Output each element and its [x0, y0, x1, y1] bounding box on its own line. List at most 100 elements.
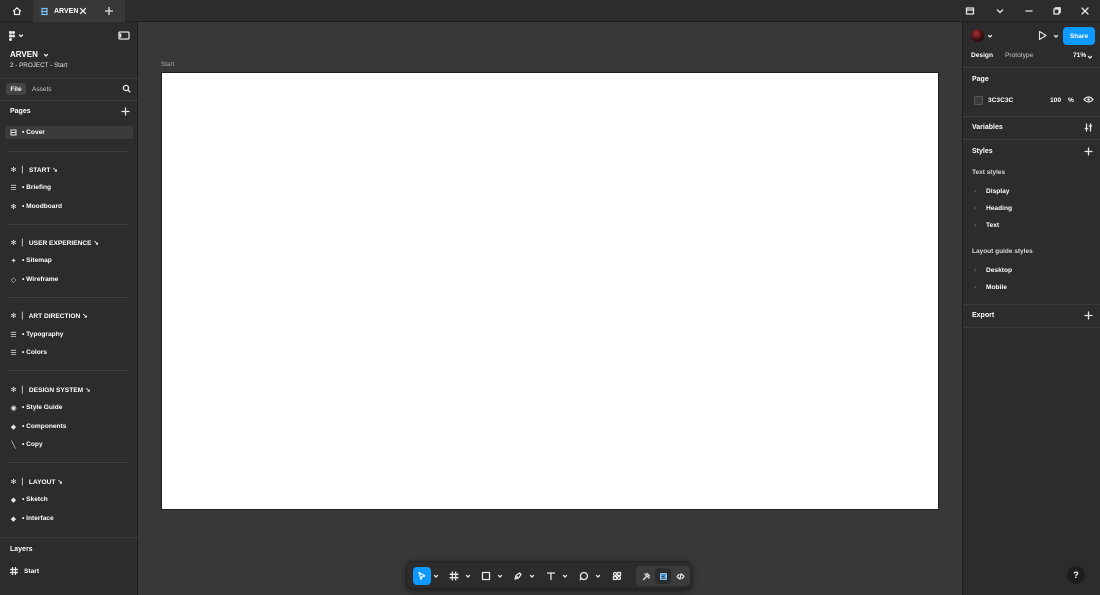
chevron-down-icon[interactable] — [43, 53, 49, 58]
tab-prototype[interactable]: Prototype — [1005, 52, 1033, 59]
draw-mode-button[interactable] — [638, 568, 654, 584]
text-lines-icon: ☰ — [10, 331, 17, 339]
layout-button[interactable] — [955, 0, 985, 22]
style-item-mobile[interactable]: › Mobile — [974, 282, 1007, 293]
page-color-field[interactable]: 3C3C3C — [971, 94, 1077, 107]
restore-button[interactable] — [1042, 0, 1072, 22]
sidebar-toggle-button[interactable] — [118, 31, 130, 40]
style-item-desktop[interactable]: › Desktop — [974, 265, 1012, 276]
divider — [963, 139, 1100, 140]
window-close-button[interactable] — [1070, 0, 1100, 22]
design-mode-button[interactable] — [655, 568, 671, 584]
page-item-style-guide[interactable]: ◉ • Style Guide — [5, 401, 133, 414]
main-menu-button[interactable] — [6, 28, 30, 43]
home-button[interactable] — [0, 0, 33, 22]
variables-button[interactable] — [1084, 123, 1093, 132]
pen-tool-button[interactable] — [509, 567, 527, 585]
frame-start[interactable] — [161, 72, 939, 510]
page-item-briefing[interactable]: ☰ • Briefing — [5, 181, 133, 194]
text-tool-button[interactable] — [542, 567, 560, 585]
page-item-art-direction[interactable]: ✻ ▏ ART DIRECTION ↘ — [5, 309, 133, 322]
add-page-button[interactable] — [121, 107, 130, 116]
text-lines-icon: ☰ — [10, 349, 17, 357]
layout-guide-styles-title: Layout guide styles — [972, 248, 1033, 255]
page-label: ▏ LAYOUT ↘ — [22, 478, 63, 486]
frame-label[interactable]: Start — [161, 61, 174, 68]
chevron-down-icon[interactable] — [497, 574, 503, 579]
page-divider — [8, 462, 128, 463]
comment-tool-button[interactable] — [575, 567, 593, 585]
style-item-text[interactable]: › Text — [974, 220, 999, 231]
present-button[interactable] — [1036, 29, 1049, 42]
page-item-sitemap[interactable]: ✦ • Sitemap — [5, 254, 133, 267]
layer-item-start[interactable]: Start — [5, 565, 133, 577]
chevron-down-icon[interactable] — [1087, 55, 1093, 60]
page-item-design-system[interactable]: ✻ ▏ DESIGN SYSTEM ↘ — [5, 383, 133, 396]
tabs-dropdown-button[interactable] — [985, 0, 1015, 22]
page-color-hex[interactable]: 3C3C3C — [988, 97, 1013, 104]
close-icon — [79, 7, 87, 15]
page-item-colors[interactable]: ☰ • Colors — [5, 346, 133, 359]
page-item-moodboard[interactable]: ✻ • Moodboard — [5, 200, 133, 213]
design-file-icon — [41, 7, 48, 15]
sliders-icon — [1084, 123, 1093, 132]
tab-file[interactable]: File — [6, 83, 26, 95]
chevron-down-icon[interactable] — [595, 574, 601, 579]
asterisk-icon: ✻ — [10, 166, 17, 174]
divider — [963, 327, 1100, 328]
layer-label: Start — [24, 567, 40, 575]
page-opacity-value[interactable]: 100 — [1050, 97, 1061, 104]
help-button[interactable]: ? — [1067, 566, 1085, 584]
variables-section-title[interactable]: Variables — [972, 124, 1003, 131]
page-item-start[interactable]: ✻ ▏ START ↘ — [5, 163, 133, 176]
search-button[interactable] — [122, 84, 131, 93]
move-tool-button[interactable] — [413, 567, 431, 585]
rectangle-tool-button[interactable] — [477, 567, 495, 585]
add-style-button[interactable] — [1084, 147, 1093, 156]
sidebar-icon — [118, 31, 130, 40]
add-export-button[interactable] — [1084, 311, 1093, 320]
chevron-right-icon: › — [974, 205, 976, 212]
page-item-copy[interactable]: ╲ • Copy — [5, 438, 133, 451]
page-item-wireframe[interactable]: ◇ • Wireframe — [5, 273, 133, 286]
frame-tool-button[interactable] — [445, 567, 463, 585]
restore-icon — [1053, 7, 1061, 15]
page-label: ▏ START ↘ — [22, 166, 58, 174]
page-item-cover[interactable]: ▪ Cover — [5, 126, 133, 139]
share-button[interactable]: Share — [1063, 27, 1095, 45]
chevron-down-icon[interactable] — [465, 574, 471, 579]
page-item-sketch[interactable]: ◆ • Sketch — [5, 493, 133, 506]
visibility-toggle[interactable] — [1083, 95, 1094, 104]
page-item-components[interactable]: ◆ • Components — [5, 420, 133, 433]
page-item-user-experience[interactable]: ✻ ▏ USER EXPERIENCE ↘ — [5, 236, 133, 249]
page-label: • Components — [22, 423, 67, 430]
chevron-down-icon[interactable] — [529, 574, 535, 579]
actions-tool-button[interactable] — [608, 567, 626, 585]
new-tab-button[interactable] — [103, 5, 115, 17]
divider — [963, 67, 1100, 68]
page-item-layout[interactable]: ✻ ▏ LAYOUT ↘ — [5, 475, 133, 488]
chevron-down-icon[interactable] — [433, 574, 439, 579]
minimize-button[interactable] — [1014, 0, 1044, 22]
color-swatch[interactable] — [974, 96, 983, 105]
diamond-outline-icon: ◇ — [10, 276, 17, 284]
page-section-title: Page — [972, 76, 989, 83]
close-tab-button[interactable] — [77, 5, 89, 17]
chevron-down-icon[interactable] — [562, 574, 568, 579]
dev-mode-button[interactable] — [672, 568, 688, 584]
page-item-typography[interactable]: ☰ • Typography — [5, 328, 133, 341]
page-item-interface[interactable]: ◆ • Interface — [5, 512, 133, 525]
actions-grid-icon — [612, 571, 622, 581]
style-item-display[interactable]: › Display — [974, 186, 1009, 197]
chevron-down-icon[interactable] — [1053, 34, 1059, 39]
page-opacity-unit: % — [1068, 97, 1074, 104]
tab-design[interactable]: Design — [971, 52, 993, 59]
avatar[interactable] — [971, 29, 984, 42]
minimize-icon — [1025, 10, 1033, 12]
title-bar: ARVEN — [0, 0, 1100, 22]
tab-assets[interactable]: Assets — [32, 83, 52, 95]
project-name[interactable]: ARVEN — [10, 50, 38, 59]
style-item-heading[interactable]: › Heading — [974, 203, 1012, 214]
chevron-down-icon[interactable] — [987, 34, 993, 39]
zoom-level[interactable]: 71% — [1073, 52, 1086, 59]
